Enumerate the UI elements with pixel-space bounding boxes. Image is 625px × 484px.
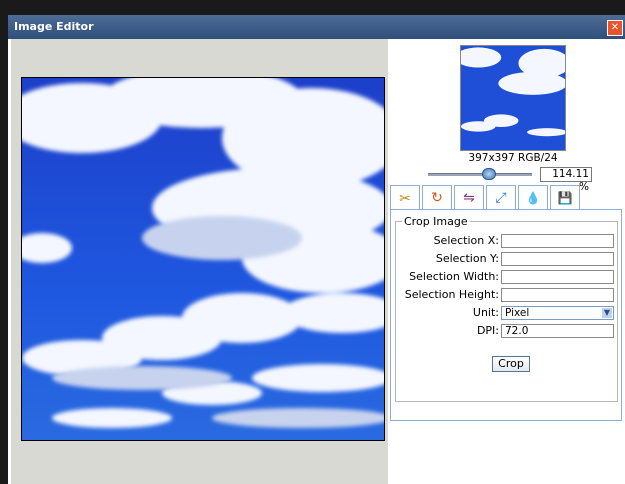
zoom-value-field[interactable]: 114.11 %	[540, 167, 592, 193]
tab-save[interactable]: 💾	[550, 185, 580, 210]
crop-fieldset: Crop Image Selection X: Selection Y: Sel…	[395, 215, 618, 402]
crop-icon: ✂	[399, 190, 411, 207]
tools-panel: 397x397 RGB/24 114.11 % ✂ ↻ ⇋ ⤢ 💧 💾 Crop…	[388, 39, 625, 484]
title-bar[interactable]: Image Editor ✕	[8, 15, 625, 39]
selection-x-label: Selection X:	[433, 234, 499, 247]
dpi-label: DPI:	[476, 324, 499, 337]
selection-height-input[interactable]	[501, 288, 614, 302]
selection-width-label: Selection Width:	[409, 270, 499, 283]
dpi-row: DPI: 72.0	[396, 324, 617, 338]
thumbnail-image	[461, 46, 565, 150]
unit-label: Unit:	[472, 306, 499, 319]
selection-y-label: Selection Y:	[435, 252, 499, 265]
save-icon: 💾	[557, 191, 573, 205]
unit-value: Pixel	[505, 307, 530, 319]
close-icon[interactable]: ✕	[607, 20, 623, 36]
chevron-down-icon[interactable]: ▼	[602, 308, 612, 318]
tab-rotate[interactable]: ↻	[422, 185, 452, 210]
rotate-icon: ↻	[431, 190, 443, 206]
selection-y-input[interactable]	[501, 252, 614, 266]
sky-photo	[22, 78, 384, 440]
selection-width-row: Selection Width:	[396, 270, 617, 284]
zoom-slider-handle[interactable]	[482, 168, 496, 180]
unit-row: Unit: Pixel ▼	[396, 306, 617, 320]
selection-height-row: Selection Height:	[396, 288, 617, 302]
selection-height-label: Selection Height:	[404, 288, 499, 301]
droplet-icon: 💧	[525, 191, 541, 205]
image-editor-window: Image Editor ✕ 397x397 RGB/24 114.11 % ✂…	[8, 15, 625, 484]
unit-select[interactable]: Pixel ▼	[501, 306, 614, 320]
window-title: Image Editor	[14, 20, 94, 33]
crop-panel: Crop Image Selection X: Selection Y: Sel…	[390, 209, 622, 421]
thumbnail-preview	[460, 45, 566, 151]
selection-x-row: Selection X:	[396, 234, 617, 248]
selection-y-row: Selection Y:	[396, 252, 617, 266]
tab-resize[interactable]: ⤢	[486, 185, 516, 210]
crop-button[interactable]: Crop	[492, 356, 530, 372]
crop-legend: Crop Image	[402, 215, 470, 228]
selection-x-input[interactable]	[501, 234, 614, 248]
canvas-area	[11, 39, 389, 484]
tool-tabs: ✂ ↻ ⇋ ⤢ 💧 💾	[390, 185, 582, 211]
zoom-slider-track[interactable]	[428, 173, 532, 176]
tab-flip[interactable]: ⇋	[454, 185, 484, 210]
tab-crop[interactable]: ✂	[390, 185, 420, 211]
resize-icon: ⤢	[495, 190, 507, 206]
image-dimensions: 397x397 RGB/24	[468, 152, 558, 164]
main-image[interactable]	[21, 77, 385, 441]
tab-color[interactable]: 💧	[518, 185, 548, 210]
dpi-input[interactable]: 72.0	[501, 324, 614, 338]
flip-icon: ⇋	[463, 190, 475, 206]
selection-width-input[interactable]	[501, 270, 614, 284]
